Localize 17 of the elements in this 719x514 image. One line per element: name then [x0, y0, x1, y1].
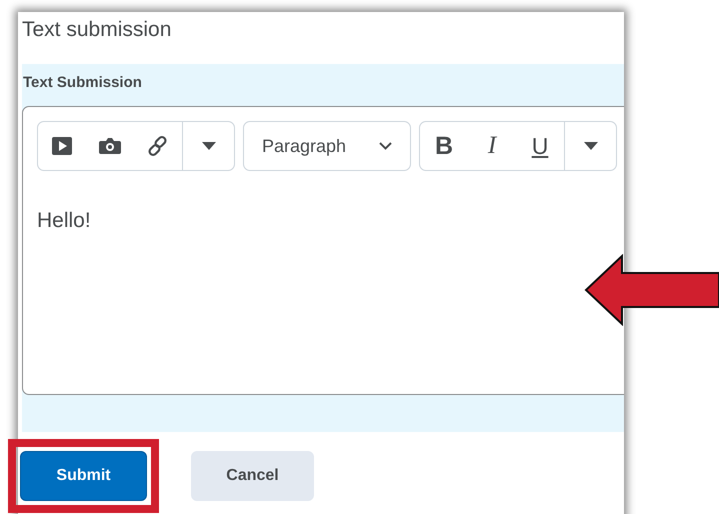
underline-button[interactable]: U: [516, 122, 564, 170]
bold-button[interactable]: B: [420, 122, 468, 170]
caret-icon: [584, 142, 598, 150]
editor-text: Hello!: [37, 209, 92, 233]
cancel-button[interactable]: Cancel: [191, 451, 314, 501]
caret-icon: [202, 142, 216, 150]
chevron-down-icon: [379, 142, 392, 150]
camera-icon: [99, 138, 121, 154]
arrow-icon: [584, 254, 719, 326]
link-icon: [147, 135, 169, 157]
text-editor[interactable]: Paragraph B I U Hello!: [22, 106, 624, 395]
submit-button[interactable]: Submit: [20, 451, 147, 501]
italic-button[interactable]: I: [468, 122, 516, 170]
format-select[interactable]: Paragraph: [243, 121, 411, 171]
field-label: Text Submission: [22, 74, 143, 93]
play-icon: [52, 137, 72, 155]
panel-title: Text submission: [21, 17, 172, 43]
